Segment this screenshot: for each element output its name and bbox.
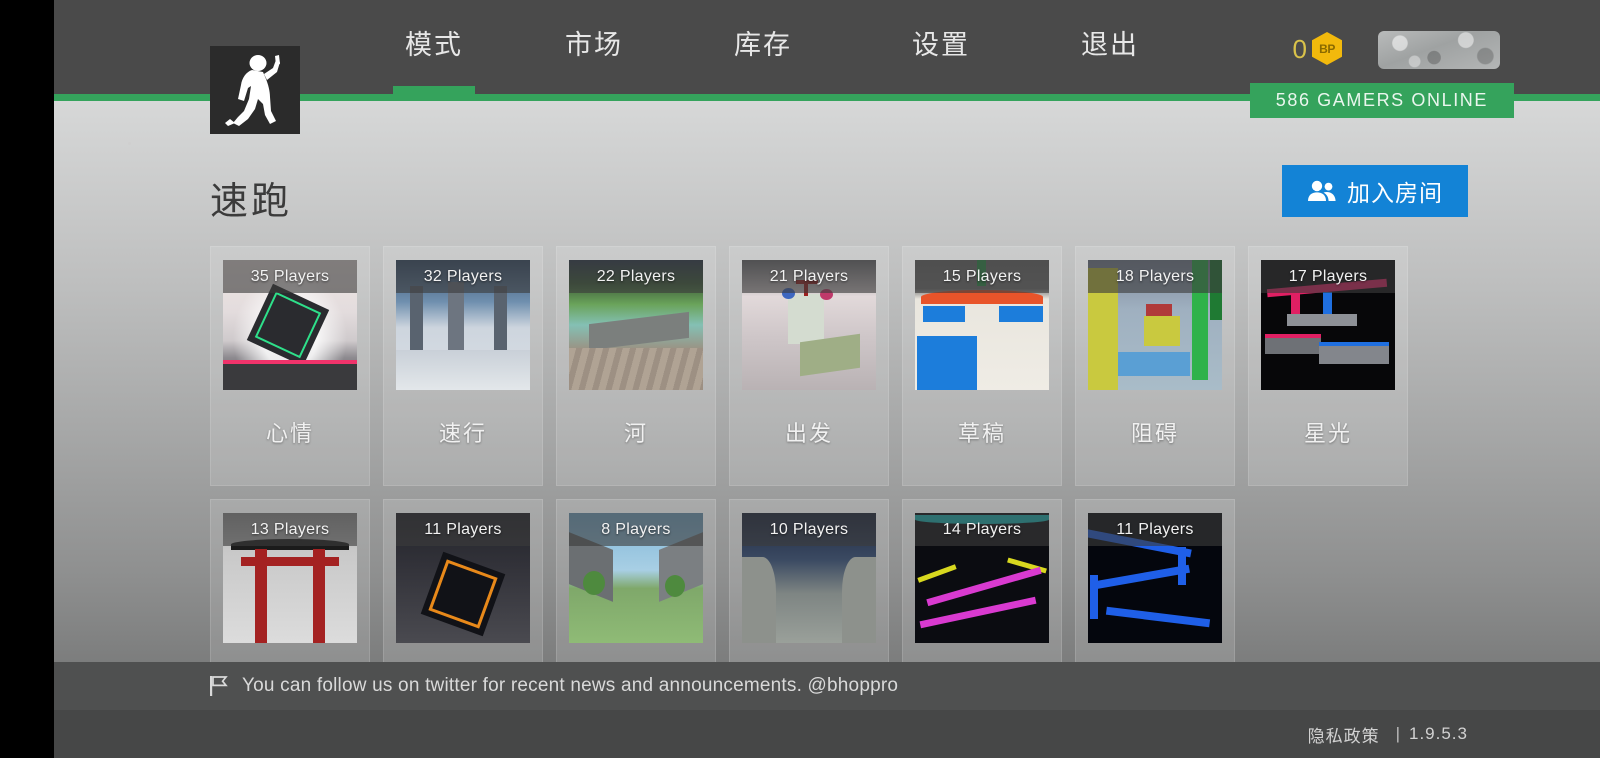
running-man-icon [225,55,280,126]
map-name: 河 [623,421,648,446]
nav-item-label: 模式 [405,29,463,60]
player-count: 17 Players [1261,260,1395,293]
map-card[interactable]: 18 Players 阻碍 [1075,246,1235,486]
map-card[interactable]: 21 Players 出发 [729,246,889,486]
join-room-button[interactable]: 加入房间 [1282,165,1468,217]
player-count: 32 Players [396,260,530,293]
announcement-text: You can follow us on twitter for recent … [242,675,899,696]
currency-amount: 0 [1292,33,1307,64]
profile-avatar[interactable] [1378,31,1500,69]
nav-right-group: 0 BP [1180,0,1600,94]
announcement-bar: You can follow us on twitter for recent … [54,662,1600,710]
map-card[interactable]: 35 Players 心情 [210,246,370,486]
map-thumbnail: 21 Players [742,260,876,390]
footer-bottom-bar: 隐私政策 | 1.9.5.3 [54,710,1600,758]
screen: 模式 市场 库存 设置 退出 0 BP 586 GAMERS ONLINE 速跑… [0,0,1600,758]
map-card[interactable]: 15 Players 草稿 [902,246,1062,486]
nav-underline [1069,86,1151,94]
nav-items: 模式 市场 库存 设置 退出 [354,0,1190,94]
map-thumbnail: 35 Players [223,260,357,390]
flag-icon [210,676,228,696]
map-thumbnail: 11 Players [1088,513,1222,643]
map-card[interactable]: 22 Players 河 [556,246,716,486]
map-card[interactable]: 32 Players 速行 [383,246,543,486]
player-count: 11 Players [1088,513,1222,546]
map-name: 速行 [438,421,487,446]
page-title: 速跑 [210,181,293,223]
map-thumbnail: 32 Players [396,260,530,390]
map-thumbnail: 22 Players [569,260,703,390]
bp-currency-icon: BP [1312,32,1342,65]
app-window: 模式 市场 库存 设置 退出 0 BP 586 GAMERS ONLINE 速跑… [54,0,1600,758]
nav-underline [900,86,982,94]
nav-underline [722,86,804,94]
nav-item-label: 退出 [1081,29,1139,60]
app-logo[interactable] [210,46,300,134]
map-thumbnail: 15 Players [915,260,1049,390]
join-room-label: 加入房间 [1347,180,1443,206]
map-thumbnail: 17 Players [1261,260,1395,390]
nav-item-label: 市场 [565,29,623,60]
map-thumbnail: 10 Players [742,513,876,643]
map-name: 星光 [1303,421,1352,446]
privacy-policy-link[interactable]: 隐私政策 [1308,722,1380,747]
player-count: 21 Players [742,260,876,293]
nav-underline [553,86,635,94]
map-thumbnail: 18 Players [1088,260,1222,390]
player-count: 18 Players [1088,260,1222,293]
player-count: 22 Players [569,260,703,293]
map-card[interactable]: 17 Players 星光 [1248,246,1408,486]
bp-badge-label: BP [1319,41,1335,56]
nav-active-underline [393,86,475,94]
nav-item-label: 库存 [734,29,792,60]
player-count: 13 Players [223,513,357,546]
letterbox-left [0,0,54,758]
map-name: 阻碍 [1130,421,1179,446]
nav-item-label: 设置 [912,29,970,60]
footer-separator: | [1395,724,1400,743]
player-count: 35 Players [223,260,357,293]
player-count: 10 Players [742,513,876,546]
player-count: 8 Players [569,513,703,546]
nav-item-modes[interactable]: 模式 [354,0,514,94]
map-thumbnail: 14 Players [915,513,1049,643]
player-count: 15 Players [915,260,1049,293]
version-label: 1.9.5.3 [1409,724,1468,743]
map-thumbnail: 13 Players [223,513,357,643]
online-players-label: 586 GAMERS ONLINE [1275,90,1488,110]
map-thumbnail: 8 Players [569,513,703,643]
nav-item-market[interactable]: 市场 [514,0,674,94]
player-count: 14 Players [915,513,1049,546]
background-speck [128,142,131,145]
online-players-banner: 586 GAMERS ONLINE [1249,83,1514,118]
currency-display[interactable]: 0 BP [1293,32,1342,65]
nav-item-exit[interactable]: 退出 [1030,0,1190,94]
map-thumbnail: 11 Players [396,513,530,643]
people-icon [1308,180,1336,201]
map-name: 出发 [784,421,833,446]
map-name: 心情 [265,421,314,446]
map-name: 草稿 [957,421,1006,446]
nav-item-settings[interactable]: 设置 [852,0,1030,94]
nav-item-inventory[interactable]: 库存 [674,0,852,94]
player-count: 11 Players [396,513,530,546]
